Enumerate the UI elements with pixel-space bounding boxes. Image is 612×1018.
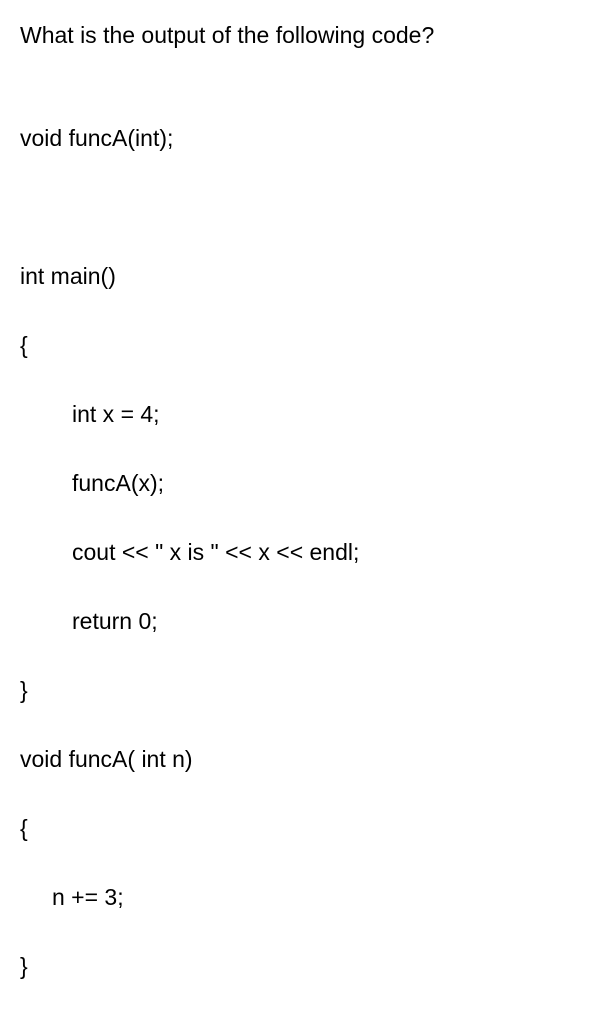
- code-line-return: return 0;: [20, 604, 592, 639]
- code-block: void funcA(int); int main() { int x = 4;…: [20, 87, 592, 1018]
- code-line-close-brace-2: }: [20, 949, 592, 984]
- code-line-declaration: void funcA(int);: [20, 121, 592, 156]
- code-blank-line: [20, 190, 592, 225]
- code-line-close-brace: }: [20, 673, 592, 708]
- code-line-open-brace: {: [20, 328, 592, 363]
- code-line-funca-signature: void funcA( int n): [20, 742, 592, 777]
- code-line-main-signature: int main(): [20, 259, 592, 294]
- code-line-open-brace-2: {: [20, 811, 592, 846]
- question-text: What is the output of the following code…: [20, 18, 592, 53]
- code-line-func-call: funcA(x);: [20, 466, 592, 501]
- code-line-increment: n += 3;: [20, 880, 592, 915]
- code-line-cout: cout << " x is " << x << endl;: [20, 535, 592, 570]
- code-line-var-decl: int x = 4;: [20, 397, 592, 432]
